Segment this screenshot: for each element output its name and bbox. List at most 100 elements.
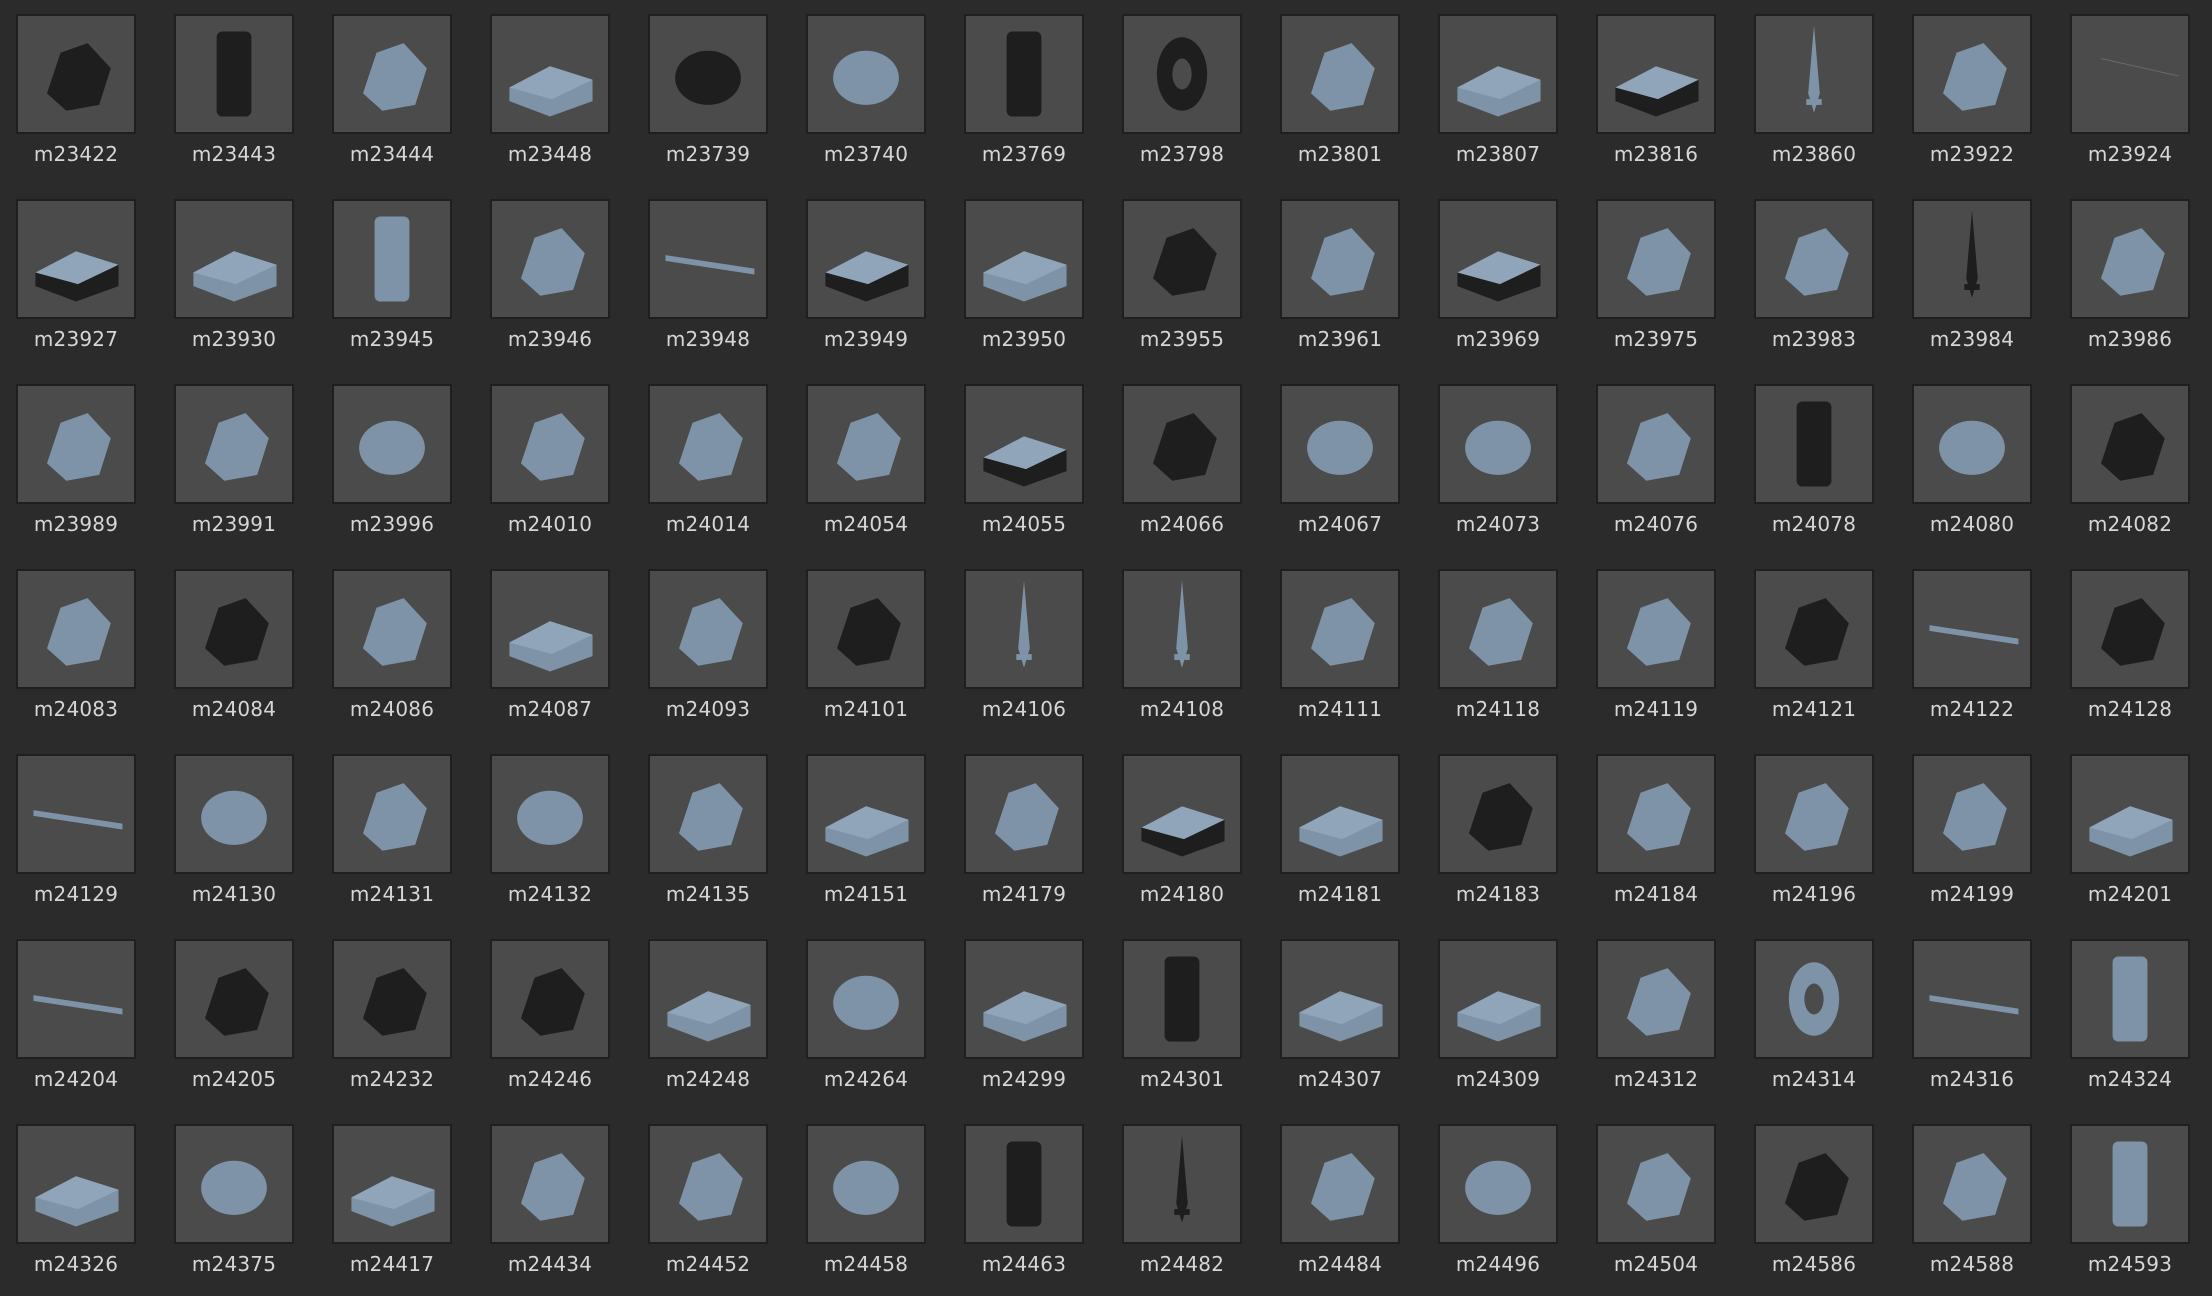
asset-thumbnail[interactable]: [1912, 1124, 2032, 1244]
asset-tile[interactable]: m24316: [1896, 925, 2054, 1097]
asset-thumbnail[interactable]: [332, 1124, 452, 1244]
asset-tile[interactable]: m24119: [1580, 555, 1738, 727]
asset-thumbnail[interactable]: [332, 939, 452, 1059]
asset-tile[interactable]: m24010: [474, 370, 632, 542]
asset-tile[interactable]: m24066: [1106, 370, 1264, 542]
asset-thumbnail[interactable]: [964, 14, 1084, 134]
asset-tile[interactable]: m24111: [1264, 555, 1422, 727]
asset-tile[interactable]: m24076: [1580, 370, 1738, 542]
asset-tile[interactable]: m23945: [316, 185, 474, 357]
asset-tile[interactable]: m24132: [474, 740, 632, 912]
asset-tile[interactable]: m24093: [632, 555, 790, 727]
asset-thumbnail[interactable]: [648, 199, 768, 319]
asset-thumbnail[interactable]: [16, 754, 136, 874]
asset-thumbnail[interactable]: [806, 754, 926, 874]
asset-tile[interactable]: m24106: [948, 555, 1106, 727]
asset-thumbnail[interactable]: [2070, 14, 2190, 134]
asset-thumbnail[interactable]: [964, 199, 1084, 319]
asset-thumbnail[interactable]: [1438, 569, 1558, 689]
asset-tile[interactable]: m24232: [316, 925, 474, 1097]
asset-thumbnail[interactable]: [490, 754, 610, 874]
asset-thumbnail[interactable]: [1280, 14, 1400, 134]
asset-tile[interactable]: m24301: [1106, 925, 1264, 1097]
asset-thumbnail[interactable]: [1754, 754, 1874, 874]
asset-tile[interactable]: m24181: [1264, 740, 1422, 912]
asset-tile[interactable]: m24118: [1422, 555, 1580, 727]
asset-tile[interactable]: m23930: [158, 185, 316, 357]
asset-thumbnail[interactable]: [1912, 569, 2032, 689]
asset-thumbnail[interactable]: [1754, 569, 1874, 689]
asset-thumbnail[interactable]: [964, 939, 1084, 1059]
asset-tile[interactable]: m24463: [948, 1110, 1106, 1282]
asset-thumbnail[interactable]: [1596, 939, 1716, 1059]
asset-tile[interactable]: m23975: [1580, 185, 1738, 357]
asset-thumbnail[interactable]: [16, 939, 136, 1059]
asset-thumbnail[interactable]: [648, 14, 768, 134]
asset-tile[interactable]: m23996: [316, 370, 474, 542]
asset-tile[interactable]: m23739: [632, 0, 790, 172]
asset-thumbnail[interactable]: [490, 384, 610, 504]
asset-tile[interactable]: m24314: [1738, 925, 1896, 1097]
asset-thumbnail[interactable]: [490, 939, 610, 1059]
asset-thumbnail[interactable]: [1596, 384, 1716, 504]
asset-thumbnail[interactable]: [1912, 754, 2032, 874]
asset-thumbnail[interactable]: [1438, 199, 1558, 319]
asset-tile[interactable]: m24452: [632, 1110, 790, 1282]
asset-thumbnail[interactable]: [806, 569, 926, 689]
asset-tile[interactable]: m24082: [2054, 370, 2212, 542]
asset-thumbnail[interactable]: [2070, 569, 2190, 689]
asset-thumbnail[interactable]: [1912, 199, 2032, 319]
asset-tile[interactable]: m24199: [1896, 740, 2054, 912]
asset-thumbnail[interactable]: [332, 384, 452, 504]
asset-tile[interactable]: m23924: [2054, 0, 2212, 172]
asset-tile[interactable]: m23991: [158, 370, 316, 542]
asset-thumbnail[interactable]: [964, 1124, 1084, 1244]
asset-tile[interactable]: m23801: [1264, 0, 1422, 172]
asset-tile[interactable]: m24434: [474, 1110, 632, 1282]
asset-thumbnail[interactable]: [648, 754, 768, 874]
asset-thumbnail[interactable]: [490, 569, 610, 689]
asset-thumbnail[interactable]: [1596, 199, 1716, 319]
asset-thumbnail[interactable]: [806, 14, 926, 134]
asset-thumbnail[interactable]: [1438, 14, 1558, 134]
asset-tile[interactable]: m24151: [790, 740, 948, 912]
asset-tile[interactable]: m24128: [2054, 555, 2212, 727]
asset-thumbnail[interactable]: [16, 1124, 136, 1244]
asset-tile[interactable]: m24067: [1264, 370, 1422, 542]
asset-tile[interactable]: m24326: [0, 1110, 158, 1282]
asset-thumbnail[interactable]: [2070, 199, 2190, 319]
asset-thumbnail[interactable]: [1122, 199, 1242, 319]
asset-thumbnail[interactable]: [964, 569, 1084, 689]
asset-tile[interactable]: m23949: [790, 185, 948, 357]
asset-tile[interactable]: m24073: [1422, 370, 1580, 542]
asset-tile[interactable]: m23922: [1896, 0, 2054, 172]
asset-tile[interactable]: m24264: [790, 925, 948, 1097]
asset-tile[interactable]: m24080: [1896, 370, 2054, 542]
asset-thumbnail[interactable]: [1596, 569, 1716, 689]
asset-thumbnail[interactable]: [174, 199, 294, 319]
asset-tile[interactable]: m24087: [474, 555, 632, 727]
asset-thumbnail[interactable]: [16, 569, 136, 689]
asset-tile[interactable]: m24135: [632, 740, 790, 912]
asset-tile[interactable]: m24458: [790, 1110, 948, 1282]
asset-thumbnail[interactable]: [2070, 384, 2190, 504]
asset-thumbnail[interactable]: [1754, 939, 1874, 1059]
asset-thumbnail[interactable]: [174, 939, 294, 1059]
asset-tile[interactable]: m23927: [0, 185, 158, 357]
asset-tile[interactable]: m24586: [1738, 1110, 1896, 1282]
asset-thumbnail[interactable]: [806, 199, 926, 319]
asset-tile[interactable]: m24101: [790, 555, 948, 727]
asset-thumbnail[interactable]: [1912, 14, 2032, 134]
asset-tile[interactable]: m24130: [158, 740, 316, 912]
asset-thumbnail[interactable]: [1122, 754, 1242, 874]
asset-tile[interactable]: m23860: [1738, 0, 1896, 172]
asset-thumbnail[interactable]: [648, 1124, 768, 1244]
asset-tile[interactable]: m24205: [158, 925, 316, 1097]
asset-tile[interactable]: m24131: [316, 740, 474, 912]
asset-thumbnail[interactable]: [1438, 754, 1558, 874]
asset-thumbnail[interactable]: [1596, 14, 1716, 134]
asset-thumbnail[interactable]: [1122, 14, 1242, 134]
asset-tile[interactable]: m24086: [316, 555, 474, 727]
asset-tile[interactable]: m24201: [2054, 740, 2212, 912]
asset-thumbnail[interactable]: [1280, 754, 1400, 874]
